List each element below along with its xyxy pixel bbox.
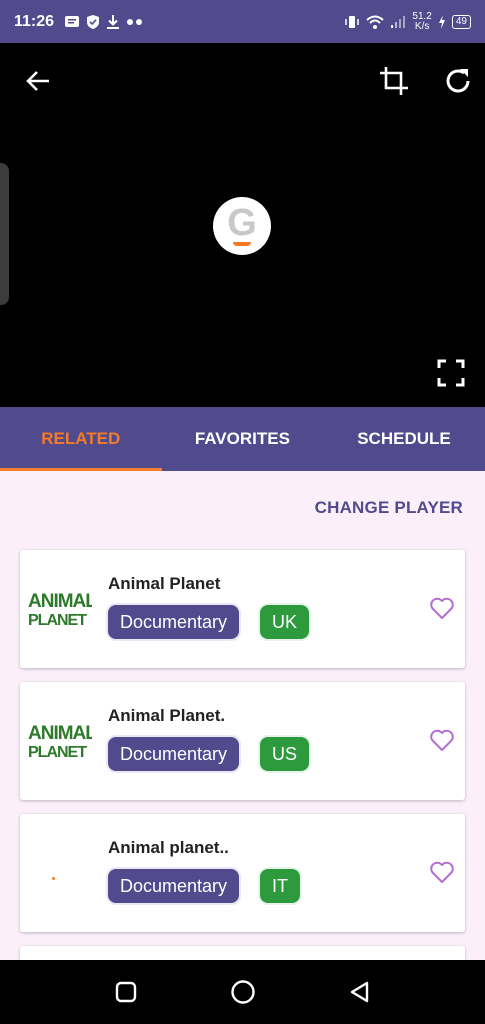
network-speed-unit: K/s xyxy=(414,20,430,32)
country-tag[interactable]: IT xyxy=(258,867,302,905)
message-icon xyxy=(65,15,80,27)
heart-icon[interactable] xyxy=(429,728,455,752)
more-notifications-icon xyxy=(127,18,143,25)
status-bar: 11:26 51.2 K/s 49 xyxy=(0,0,485,43)
battery-level: 49 xyxy=(451,14,471,29)
tab-favorites[interactable]: FAVORITES xyxy=(162,407,324,471)
fullscreen-icon xyxy=(437,359,465,387)
channel-card[interactable]: Animal planet.. Documentary IT xyxy=(20,814,465,932)
status-system-icons: 51.2 K/s 49 xyxy=(344,10,471,32)
heart-icon[interactable] xyxy=(429,596,455,620)
channel-logo-placeholder xyxy=(52,877,55,880)
channel-card[interactable]: ANIMAL PLANET Animal Planet. Documentary… xyxy=(20,682,465,800)
wifi-icon xyxy=(366,15,385,29)
svg-text:ANIMAL: ANIMAL xyxy=(28,723,92,744)
country-tag[interactable]: UK xyxy=(258,603,312,641)
download-icon xyxy=(107,14,120,29)
side-panel-handle[interactable] xyxy=(0,163,9,305)
svg-text:PLANET: PLANET xyxy=(28,744,87,760)
player-loading-logo: G xyxy=(213,197,271,255)
animal-planet-logo: ANIMAL PLANET xyxy=(28,723,92,760)
tab-related[interactable]: RELATED xyxy=(0,407,162,471)
network-speed: 51.2 K/s xyxy=(412,10,432,32)
back-button[interactable] xyxy=(20,63,56,99)
arrow-back-icon xyxy=(26,71,49,91)
system-nav-bar xyxy=(0,960,485,1024)
genre-tag[interactable]: Documentary xyxy=(106,867,242,905)
svg-text:PLANET: PLANET xyxy=(28,612,87,628)
recent-apps-icon[interactable] xyxy=(114,980,138,1004)
refresh-button[interactable] xyxy=(440,63,476,99)
heart-icon[interactable] xyxy=(429,860,455,884)
fullscreen-button[interactable] xyxy=(433,355,469,391)
vibrate-icon xyxy=(345,15,360,28)
animal-planet-logo: ANIMAL PLANET xyxy=(28,591,92,628)
channel-title: Animal Planet. xyxy=(108,706,226,725)
home-icon[interactable] xyxy=(230,979,256,1005)
channel-title: Animal planet.. xyxy=(108,838,229,857)
status-notification-icons xyxy=(64,14,144,30)
refresh-icon xyxy=(446,69,470,93)
svg-text:ANIMAL: ANIMAL xyxy=(28,591,92,612)
shield-icon xyxy=(87,14,100,29)
channel-card[interactable]: ANIMAL PLANET Animal Planet Documentary … xyxy=(20,550,465,668)
change-player-button[interactable]: CHANGE PLAYER xyxy=(315,498,463,518)
tab-bar: RELATED FAVORITES SCHEDULE xyxy=(0,407,485,471)
crop-button[interactable] xyxy=(376,63,412,99)
channel-title: Animal Planet xyxy=(108,574,221,593)
back-nav-icon[interactable] xyxy=(348,980,372,1004)
logo-underline xyxy=(233,242,251,246)
status-time: 11:26 xyxy=(14,12,55,30)
g-logo-icon: G xyxy=(227,202,257,244)
crop-icon xyxy=(380,67,408,95)
genre-tag[interactable]: Documentary xyxy=(106,735,242,773)
video-player[interactable]: G xyxy=(0,43,485,407)
country-tag[interactable]: US xyxy=(258,735,312,773)
tab-schedule[interactable]: SCHEDULE xyxy=(323,407,485,471)
network-speed-value: 51.2 xyxy=(412,10,432,22)
genre-tag[interactable]: Documentary xyxy=(106,603,242,641)
charging-icon xyxy=(438,14,445,29)
signal-icon xyxy=(391,15,406,28)
